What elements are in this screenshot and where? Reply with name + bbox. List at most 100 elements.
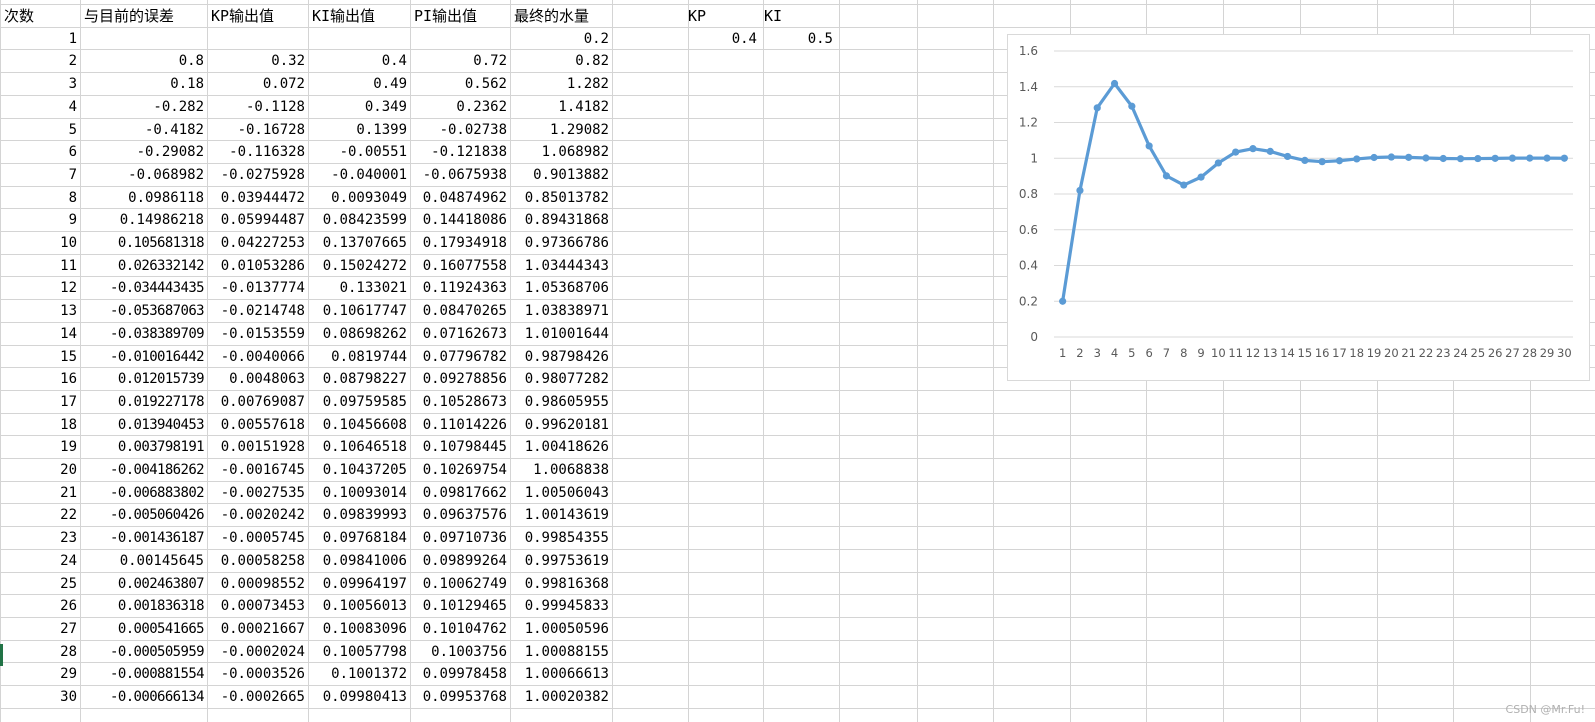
cell-water[interactable]: 0.99753619 (510, 550, 612, 572)
cell-error[interactable]: 0.019227178 (80, 391, 207, 413)
cell-water[interactable]: 1.00143619 (510, 504, 612, 526)
data-point[interactable] (1387, 153, 1395, 161)
data-point[interactable] (1232, 148, 1240, 156)
cell-error[interactable]: -0.053687063 (80, 300, 207, 322)
cell-pi[interactable]: 0.09278856 (410, 368, 510, 390)
cell-kp[interactable]: -0.0137774 (207, 277, 308, 299)
cell-ki[interactable]: 0.08423599 (308, 209, 410, 231)
cell-index[interactable]: 26 (0, 595, 80, 617)
cell-kp[interactable]: 0.00058258 (207, 550, 308, 572)
header-final-water[interactable]: 最终的水量 (510, 5, 612, 27)
cell-index[interactable]: 24 (0, 550, 80, 572)
cell-kp[interactable]: -0.116328 (207, 141, 308, 163)
data-point[interactable] (1162, 172, 1171, 180)
cell-water[interactable]: 1.01001644 (510, 323, 612, 345)
cell-pi[interactable]: 0.09899264 (410, 550, 510, 572)
cell-water[interactable]: 1.00020382 (510, 686, 612, 708)
cell-error[interactable]: -0.000505959 (80, 641, 207, 663)
cell-ki[interactable]: 0.0093049 (308, 187, 410, 209)
cell-error[interactable]: 0.000541665 (80, 618, 207, 640)
cell-water[interactable]: 0.85013782 (510, 187, 612, 209)
cell-index[interactable]: 12 (0, 277, 80, 299)
cell-water[interactable]: 0.98798426 (510, 346, 612, 368)
cell-ki[interactable]: 0.0819744 (308, 346, 410, 368)
line-chart[interactable]: 0 0.2 0.4 0.6 0.8 1 1.2 1.4 1.6 1 2 3 4 5 6 7 8 9 10 11 12 13… (1007, 34, 1590, 381)
cell-water[interactable]: 1.03444343 (510, 255, 612, 277)
cell-ki[interactable]: 0.133021 (308, 277, 410, 299)
cell-pi[interactable]: 0.09710736 (410, 527, 510, 549)
cell-ki[interactable]: 0.10456608 (308, 414, 410, 436)
cell-index[interactable]: 16 (0, 368, 80, 390)
cell-ki[interactable]: 0.15024272 (308, 255, 410, 277)
param-ki-value[interactable]: 0.5 (760, 28, 836, 50)
cell-pi[interactable]: 0.07796782 (410, 346, 510, 368)
data-point[interactable] (1405, 153, 1413, 161)
cell-ki[interactable]: -0.00551 (308, 141, 410, 163)
cell-water[interactable]: 1.282 (510, 73, 612, 95)
cell-water[interactable]: 0.98605955 (510, 391, 612, 413)
data-point[interactable] (1335, 157, 1344, 165)
cell-kp[interactable]: 0.05994487 (207, 209, 308, 231)
cell-index[interactable]: 25 (0, 573, 80, 595)
cell-index[interactable]: 20 (0, 459, 80, 481)
header-index[interactable]: 次数 (0, 5, 80, 27)
cell-index[interactable]: 3 (0, 73, 80, 95)
cell-pi[interactable]: 0.04874962 (410, 187, 510, 209)
cell-water[interactable]: 1.0068838 (510, 459, 612, 481)
cell-index[interactable]: 7 (0, 164, 80, 186)
data-point[interactable] (1110, 79, 1119, 88)
cell-error[interactable]: 0.18 (80, 73, 207, 95)
header-kp-output[interactable]: KP输出值 (207, 5, 308, 27)
cell-ki[interactable]: -0.040001 (308, 164, 410, 186)
cell-index[interactable]: 1 (0, 28, 80, 50)
cell-index[interactable]: 6 (0, 141, 80, 163)
cell-index[interactable]: 8 (0, 187, 80, 209)
cell-water[interactable]: 0.99854355 (510, 527, 612, 549)
data-point[interactable] (1474, 154, 1482, 163)
cell-water[interactable]: 0.2 (510, 28, 612, 50)
cell-kp[interactable]: -0.0003526 (207, 663, 308, 685)
cell-ki[interactable] (308, 28, 410, 50)
cell-kp[interactable]: 0.00557618 (207, 414, 308, 436)
cell-water[interactable]: 1.00066613 (510, 663, 612, 685)
cell-error[interactable] (80, 28, 207, 50)
cell-kp[interactable]: -0.0214748 (207, 300, 308, 322)
cell-pi[interactable]: 0.562 (410, 73, 510, 95)
data-point[interactable] (1318, 158, 1326, 166)
cell-index[interactable]: 13 (0, 300, 80, 322)
data-point[interactable] (1353, 155, 1361, 163)
cell-water[interactable]: 0.99816368 (510, 573, 612, 595)
cell-ki[interactable]: 0.10437205 (308, 459, 410, 481)
cell-kp[interactable]: -0.0027535 (207, 482, 308, 504)
cell-water[interactable]: 0.98077282 (510, 368, 612, 390)
cell-index[interactable]: 5 (0, 119, 80, 141)
cell-index[interactable]: 28 (0, 641, 80, 663)
cell-index[interactable]: 23 (0, 527, 80, 549)
cell-water[interactable]: 0.99620181 (510, 414, 612, 436)
cell-ki[interactable]: 0.09980413 (308, 686, 410, 708)
cell-index[interactable]: 27 (0, 618, 80, 640)
cell-index[interactable]: 11 (0, 255, 80, 277)
data-point[interactable] (1180, 181, 1188, 189)
cell-ki[interactable]: 0.1399 (308, 119, 410, 141)
header-pi-output[interactable]: PI输出值 (410, 5, 510, 27)
cell-pi[interactable]: -0.02738 (410, 119, 510, 141)
cell-ki[interactable]: 0.1001372 (308, 663, 410, 685)
cell-water[interactable]: 0.9013882 (510, 164, 612, 186)
cell-pi[interactable]: 0.1003756 (410, 641, 510, 663)
cell-index[interactable]: 29 (0, 663, 80, 685)
cell-error[interactable]: -0.29082 (80, 141, 207, 163)
cell-index[interactable]: 14 (0, 323, 80, 345)
cell-ki[interactable]: 0.08698262 (308, 323, 410, 345)
cell-kp[interactable]: 0.00098552 (207, 573, 308, 595)
cell-index[interactable]: 15 (0, 346, 80, 368)
cell-error[interactable]: 0.00145645 (80, 550, 207, 572)
cell-pi[interactable]: 0.10104762 (410, 618, 510, 640)
data-point[interactable] (1439, 154, 1447, 163)
cell-index[interactable]: 18 (0, 414, 80, 436)
cell-error[interactable]: 0.012015739 (80, 368, 207, 390)
cell-error[interactable]: 0.013940453 (80, 414, 207, 436)
param-kp-value[interactable]: 0.4 (684, 28, 760, 50)
cell-water[interactable]: 1.00088155 (510, 641, 612, 663)
data-point[interactable] (1543, 154, 1551, 162)
